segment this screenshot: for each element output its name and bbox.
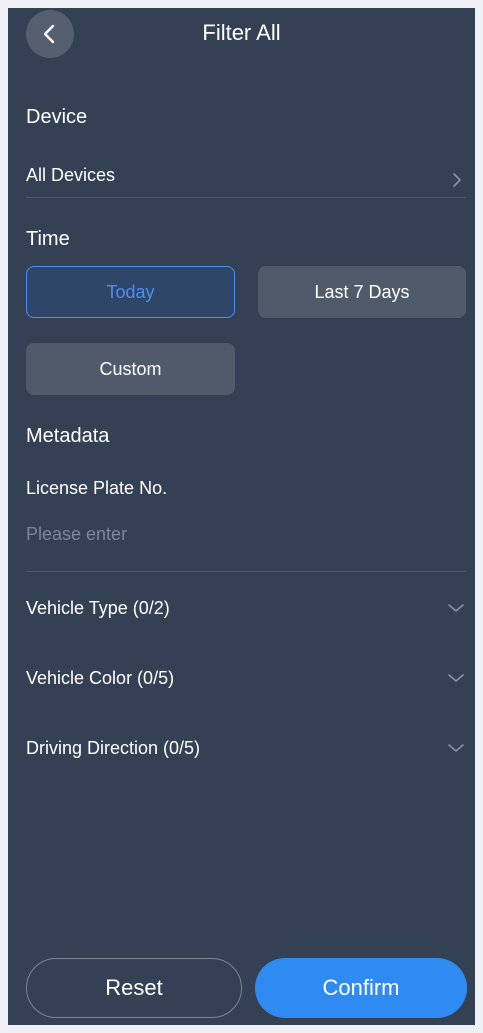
device-section-title: Device xyxy=(26,106,88,128)
device-value: All Devices xyxy=(26,164,116,185)
chevron-down-icon xyxy=(448,604,464,612)
license-plate-divider xyxy=(26,571,466,572)
confirm-button[interactable]: Confirm xyxy=(255,958,467,1018)
vehicle-color-dropdown[interactable]: Vehicle Color (0/5) xyxy=(26,663,466,693)
chevron-right-icon xyxy=(453,173,461,187)
chevron-down-icon xyxy=(448,744,464,752)
vehicle-type-label: Vehicle Type (0/2) xyxy=(26,597,170,618)
license-plate-label: License Plate No. xyxy=(26,478,168,498)
time-section-title: Time xyxy=(26,228,70,250)
metadata-section-title: Metadata xyxy=(26,425,110,447)
reset-button[interactable]: Reset xyxy=(26,958,242,1018)
vehicle-type-dropdown[interactable]: Vehicle Type (0/2) xyxy=(26,593,466,623)
device-selector[interactable]: All Devices xyxy=(26,160,466,190)
filter-panel: Filter All Device All Devices Time Today… xyxy=(8,8,475,1025)
device-divider xyxy=(26,197,466,198)
time-option-last-7-days[interactable]: Last 7 Days xyxy=(258,266,466,318)
page-title: Filter All xyxy=(202,20,281,45)
driving-direction-dropdown[interactable]: Driving Direction (0/5) xyxy=(26,733,466,763)
header: Filter All xyxy=(8,8,475,58)
time-option-custom[interactable]: Custom xyxy=(26,343,235,395)
time-option-today[interactable]: Today xyxy=(26,266,235,318)
vehicle-color-label: Vehicle Color (0/5) xyxy=(26,667,175,688)
driving-direction-label: Driving Direction (0/5) xyxy=(26,737,201,758)
license-plate-input[interactable] xyxy=(26,518,466,550)
chevron-down-icon xyxy=(448,674,464,682)
